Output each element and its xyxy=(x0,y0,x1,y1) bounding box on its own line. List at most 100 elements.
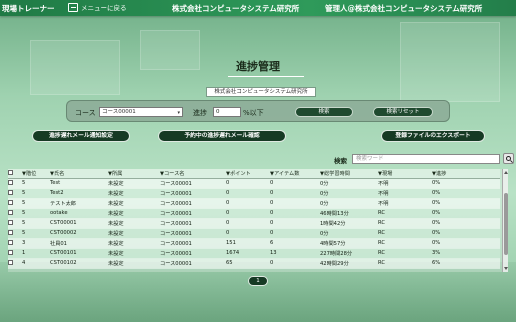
column-header[interactable]: ▼コース名 xyxy=(160,169,226,179)
table-cell: 0 xyxy=(226,228,270,239)
table-cell: 1時間42分 xyxy=(320,218,378,229)
table-cell: 4時間57分 xyxy=(320,238,378,249)
table-cell: 1674 xyxy=(226,248,270,259)
table-scrollbar[interactable] xyxy=(502,169,508,272)
column-header[interactable]: ▼アイテム数 xyxy=(270,169,320,179)
table-row[interactable]: 5 CST00002 未設定 コース00001 0 0 0分 RC 0% xyxy=(8,228,500,239)
table-cell: 42時間29分 xyxy=(320,258,378,269)
table-cell: 0% xyxy=(432,178,500,189)
chevron-down-icon: ▾ xyxy=(177,110,180,116)
table-cell: 0 xyxy=(270,228,320,239)
table-cell: コース00001 xyxy=(160,208,226,219)
scroll-up-icon[interactable] xyxy=(504,171,508,174)
table-cell: RC xyxy=(378,258,432,269)
row-select-cell[interactable] xyxy=(8,218,22,229)
table-row[interactable]: 5 ootake 未設定 コース00001 0 0 46時間13分 RC 0% xyxy=(8,208,500,219)
search-submit-button[interactable] xyxy=(503,153,514,164)
table-cell: コース00001 xyxy=(160,248,226,259)
table-cell: CST00001 xyxy=(50,218,108,229)
table-row[interactable]: 5 Test2 未設定 コース00001 0 0 0分 不明 0% xyxy=(8,188,500,199)
select-all-checkbox[interactable] xyxy=(8,170,13,176)
table-cell: 未設定 xyxy=(108,198,160,209)
table-cell: 0% xyxy=(432,188,500,199)
row-select-cell[interactable] xyxy=(8,198,22,209)
table-cell: 1 xyxy=(22,248,50,259)
course-select[interactable]: コース00001 ▾ xyxy=(99,107,183,117)
search-input[interactable]: 検索ワード xyxy=(352,154,500,164)
column-header[interactable]: ▼現場 xyxy=(378,169,432,179)
table-cell: 65 xyxy=(226,258,270,269)
row-select-cell[interactable] xyxy=(8,178,22,189)
table-cell: 3% xyxy=(432,248,500,259)
row-select-cell[interactable] xyxy=(8,188,22,199)
row-checkbox[interactable] xyxy=(8,230,13,235)
delay-mail-setting-button[interactable]: 進捗遅れメール通知設定 xyxy=(32,130,130,142)
progress-table: ▼階位 ▼氏名 ▼所属 ▼コース名 ▼ポイント ▼アイテム数 ▼総学習時間 ▼現場 ▼進捗 5T… xyxy=(8,169,508,272)
row-checkbox[interactable] xyxy=(8,240,13,245)
table-row[interactable]: 5 Test 未設定 コース00001 0 0 0分 不明 0% xyxy=(8,178,500,189)
table-cell: 5 xyxy=(22,218,50,229)
table-cell: 5 xyxy=(22,188,50,199)
row-select-cell[interactable] xyxy=(8,228,22,239)
table-cell: 0分 xyxy=(320,228,378,239)
table-body: 5 Test 未設定 コース00001 0 0 0分 不明 0% 5 Test2 未設定 コース0000… xyxy=(8,178,500,269)
row-checkbox[interactable] xyxy=(8,180,13,185)
search-button[interactable]: 検索 xyxy=(295,107,353,117)
table-cell: 227時間28分 xyxy=(320,248,378,259)
table-cell: 0 xyxy=(270,188,320,199)
table-row[interactable]: 5 CST00001 未設定 コース00001 0 0 1時間42分 RC 0% xyxy=(8,218,500,229)
scheduled-delay-mail-button[interactable]: 予約中の進捗遅れメール確認 xyxy=(158,130,286,142)
row-select-cell[interactable] xyxy=(8,248,22,259)
table-cell: 151 xyxy=(226,238,270,249)
table-row[interactable]: 4 CST00102 未設定 コース00001 65 0 42時間29分 RC 6% xyxy=(8,258,500,269)
table-cell: 0 xyxy=(270,218,320,229)
table-cell: RC xyxy=(378,218,432,229)
column-header[interactable]: ▼ポイント xyxy=(226,169,270,179)
column-header[interactable]: ▼所属 xyxy=(108,169,160,179)
row-checkbox[interactable] xyxy=(8,260,13,265)
select-all-checkbox-header[interactable] xyxy=(8,169,22,179)
table-cell: 13 xyxy=(270,248,320,259)
table-cell: 0 xyxy=(226,198,270,209)
scroll-down-icon[interactable] xyxy=(504,267,508,270)
page-button-1[interactable]: 1 xyxy=(248,276,268,286)
row-select-cell[interactable] xyxy=(8,238,22,249)
column-header[interactable]: ▼氏名 xyxy=(50,169,108,179)
table-cell: 未設定 xyxy=(108,188,160,199)
back-to-menu-link[interactable]: メニューに戻る xyxy=(68,2,127,12)
row-checkbox[interactable] xyxy=(8,220,13,225)
export-files-button[interactable]: 登録ファイルのエクスポート xyxy=(381,130,485,142)
table-cell: 5 xyxy=(22,198,50,209)
column-header[interactable]: ▼階位 xyxy=(22,169,50,179)
table-cell: 0 xyxy=(270,178,320,189)
table-cell: 0 xyxy=(270,258,320,269)
table-header: ▼階位 ▼氏名 ▼所属 ▼コース名 ▼ポイント ▼アイテム数 ▼総学習時間 ▼現場 ▼進捗 xyxy=(8,169,500,179)
table-cell: 0分 xyxy=(320,188,378,199)
table-row[interactable]: 3 社員01 未設定 コース00001 151 6 4時間57分 RC 0% xyxy=(8,238,500,249)
search-reset-button[interactable]: 検索リセット xyxy=(373,107,433,117)
column-header[interactable]: ▼進捗 xyxy=(432,169,500,179)
row-select-cell[interactable] xyxy=(8,258,22,269)
table-cell: CST00101 xyxy=(50,248,108,259)
progress-input[interactable]: 0 xyxy=(213,107,241,117)
table-cell: 0 xyxy=(226,218,270,229)
row-checkbox[interactable] xyxy=(8,250,13,255)
table-cell: 0分 xyxy=(320,178,378,189)
column-header[interactable]: ▼総学習時間 xyxy=(320,169,378,179)
row-checkbox[interactable] xyxy=(8,210,13,215)
table-cell: 0 xyxy=(226,208,270,219)
table-cell: 不明 xyxy=(378,198,432,209)
table-cell: RC xyxy=(378,248,432,259)
table-cell: 0 xyxy=(270,198,320,209)
table-cell: コース00001 xyxy=(160,178,226,189)
row-select-cell[interactable] xyxy=(8,208,22,219)
row-checkbox[interactable] xyxy=(8,200,13,205)
table-cell: RC xyxy=(378,208,432,219)
table-row[interactable]: 1 CST00101 未設定 コース00001 1674 13 227時間28分 RC 3% xyxy=(8,248,500,259)
exit-icon xyxy=(68,2,78,12)
row-checkbox[interactable] xyxy=(8,190,13,195)
scroll-thumb[interactable] xyxy=(504,193,508,255)
table-row[interactable]: 5 テスト太郎 未設定 コース00001 0 0 0分 不明 0% xyxy=(8,198,500,209)
table-cell: コース00001 xyxy=(160,218,226,229)
company-name: 株式会社コンピュータシステム研究所 xyxy=(172,4,300,13)
